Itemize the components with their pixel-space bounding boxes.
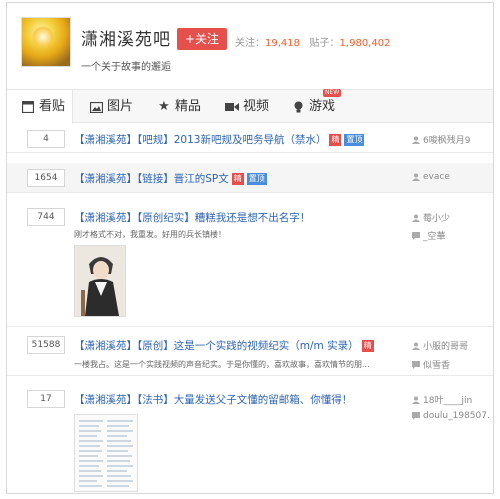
thread-author: 6唆枫残月9 [412,133,470,146]
tab-video[interactable]: 视频 [225,90,269,124]
tab-images-label: 图片 [107,99,134,114]
featured-tag: 精 [329,134,342,146]
last-reply: 似雪香 [412,358,450,371]
reply-count: 1654 [27,169,65,187]
post-count-label: 贴子： [309,38,340,49]
forum-slogan: 一个关于故事的邂逅 [81,62,171,73]
user-icon [412,214,420,222]
thread-title-row: 【潇湘溪苑】【吧规】2013新吧规及吧务导航（禁水）精置顶 [74,132,365,147]
thread-row: 744 【潇湘溪苑】【原创纪实】糟糕我还是想不出名字！ 刚才格式不对，我重发。好… [7,202,493,327]
reply-icon [412,412,420,420]
thread-author: evace [412,172,450,182]
author-name[interactable]: 18叶____jin [423,393,472,406]
last-reply-name[interactable]: doulu_198507. [423,411,490,421]
thread-abstract: 刚才格式不对，我重发。好用的兵长镇楼！ [74,230,226,239]
forum-avatar[interactable] [21,17,71,67]
thread-row: 51588 【潇湘溪苑】【原创】这是一个实践的视频纪实（m/m 实录）精 一楼我… [7,328,493,376]
pinned-tag: 置顶 [344,134,365,146]
thread-title[interactable]: 【潇湘溪苑】【原创】这是一个实践的视频纪实（m/m 实录） [74,340,359,352]
thread-row: 17 【潇湘溪苑】【法书】大量发送父子文懂的留邮箱、你懂得！ 18叶____ji… [7,384,493,493]
post-count: 1,980,402 [339,38,391,49]
last-reply: _空華 [412,229,446,242]
thread-title[interactable]: 【潇湘溪苑】【法书】大量发送父子文懂的留邮箱、你懂得！ [74,392,352,407]
forum-header: 潇湘溪苑吧 +关注 关注：19,418 贴子：1,980,402 一个关于故事的… [7,3,493,83]
game-icon [291,100,305,114]
user-icon [412,173,420,181]
thread-image[interactable] [74,414,138,492]
user-icon [412,342,420,350]
last-reply-name[interactable]: 似雪香 [423,358,450,371]
thread-author: 小服的哥哥 [412,339,468,352]
user-icon [412,396,420,404]
posts-icon [21,100,35,114]
thread-title-row: 【潇湘溪苑】【原创】这是一个实践的视频纪实（m/m 实录）精 [74,338,374,353]
author-name[interactable]: evace [423,172,450,182]
reply-count: 744 [27,208,65,226]
new-badge: NEW [323,89,342,97]
thread-author: 18叶____jin [412,393,472,406]
tab-games[interactable]: 游戏 NEW [291,89,342,124]
thread-image[interactable] [74,245,126,317]
follow-count: 19,418 [265,38,300,49]
author-name[interactable]: 小服的哥哥 [423,339,468,352]
follow-button[interactable]: +关注 [177,28,227,50]
thread-row: 4 【潇湘溪苑】【吧规】2013新吧规及吧务导航（禁水）精置顶 6唆枫残月9 [7,124,493,153]
thread-title[interactable]: 【潇湘溪苑】【吧规】2013新吧规及吧务导航（禁水） [74,134,326,146]
reply-icon [412,231,420,240]
forum-name[interactable]: 潇湘溪苑吧 [81,25,171,50]
tab-video-label: 视频 [243,99,270,114]
pinned-tag: 置顶 [246,173,267,185]
reply-count: 4 [27,130,65,148]
last-reply-name[interactable]: _空華 [423,229,446,242]
thread-abstract: 一楼我占。这是一个实践视频的声音纪实。于是你懂的，喜欢故事，喜欢情节的朋... [74,360,370,369]
forum-page: 潇湘溪苑吧 +关注 关注：19,418 贴子：1,980,402 一个关于故事的… [6,2,494,494]
last-reply: doulu_198507. [412,411,490,421]
reply-count: 17 [27,390,65,408]
author-name[interactable]: 6唆枫残月9 [423,133,470,146]
thread-title[interactable]: 【潇湘溪苑】【链接】晋江的SP文 [74,173,229,185]
thread-title[interactable]: 【潇湘溪苑】【原创纪实】糟糕我还是想不出名字！ [74,210,310,225]
video-icon [225,100,239,114]
thread-row: 1654 【潇湘溪苑】【链接】晋江的SP文精置顶 evace [7,163,493,193]
thread-author: 莓小少 [412,211,450,224]
tab-bar: 看贴 图片 ★ 精品 视频 游戏 NEW [7,89,493,124]
reply-count: 51588 [27,336,65,354]
star-icon: ★ [158,99,170,114]
thread-title-row: 【潇湘溪苑】【链接】晋江的SP文精置顶 [74,171,267,186]
reply-icon [412,360,420,369]
tab-posts[interactable]: 看贴 [7,90,73,124]
author-name[interactable]: 莓小少 [423,211,450,224]
tab-posts-label: 看贴 [39,99,66,114]
featured-tag: 精 [231,173,244,185]
follow-count-label: 关注： [235,38,265,49]
image-icon [89,100,103,114]
user-icon [412,136,420,144]
forum-stats: 关注：19,418 贴子：1,980,402 [235,34,390,49]
tab-featured-label: 精品 [175,99,202,114]
featured-tag: 精 [361,340,374,352]
tab-featured[interactable]: ★ 精品 [157,90,201,124]
tab-images[interactable]: 图片 [89,90,133,124]
